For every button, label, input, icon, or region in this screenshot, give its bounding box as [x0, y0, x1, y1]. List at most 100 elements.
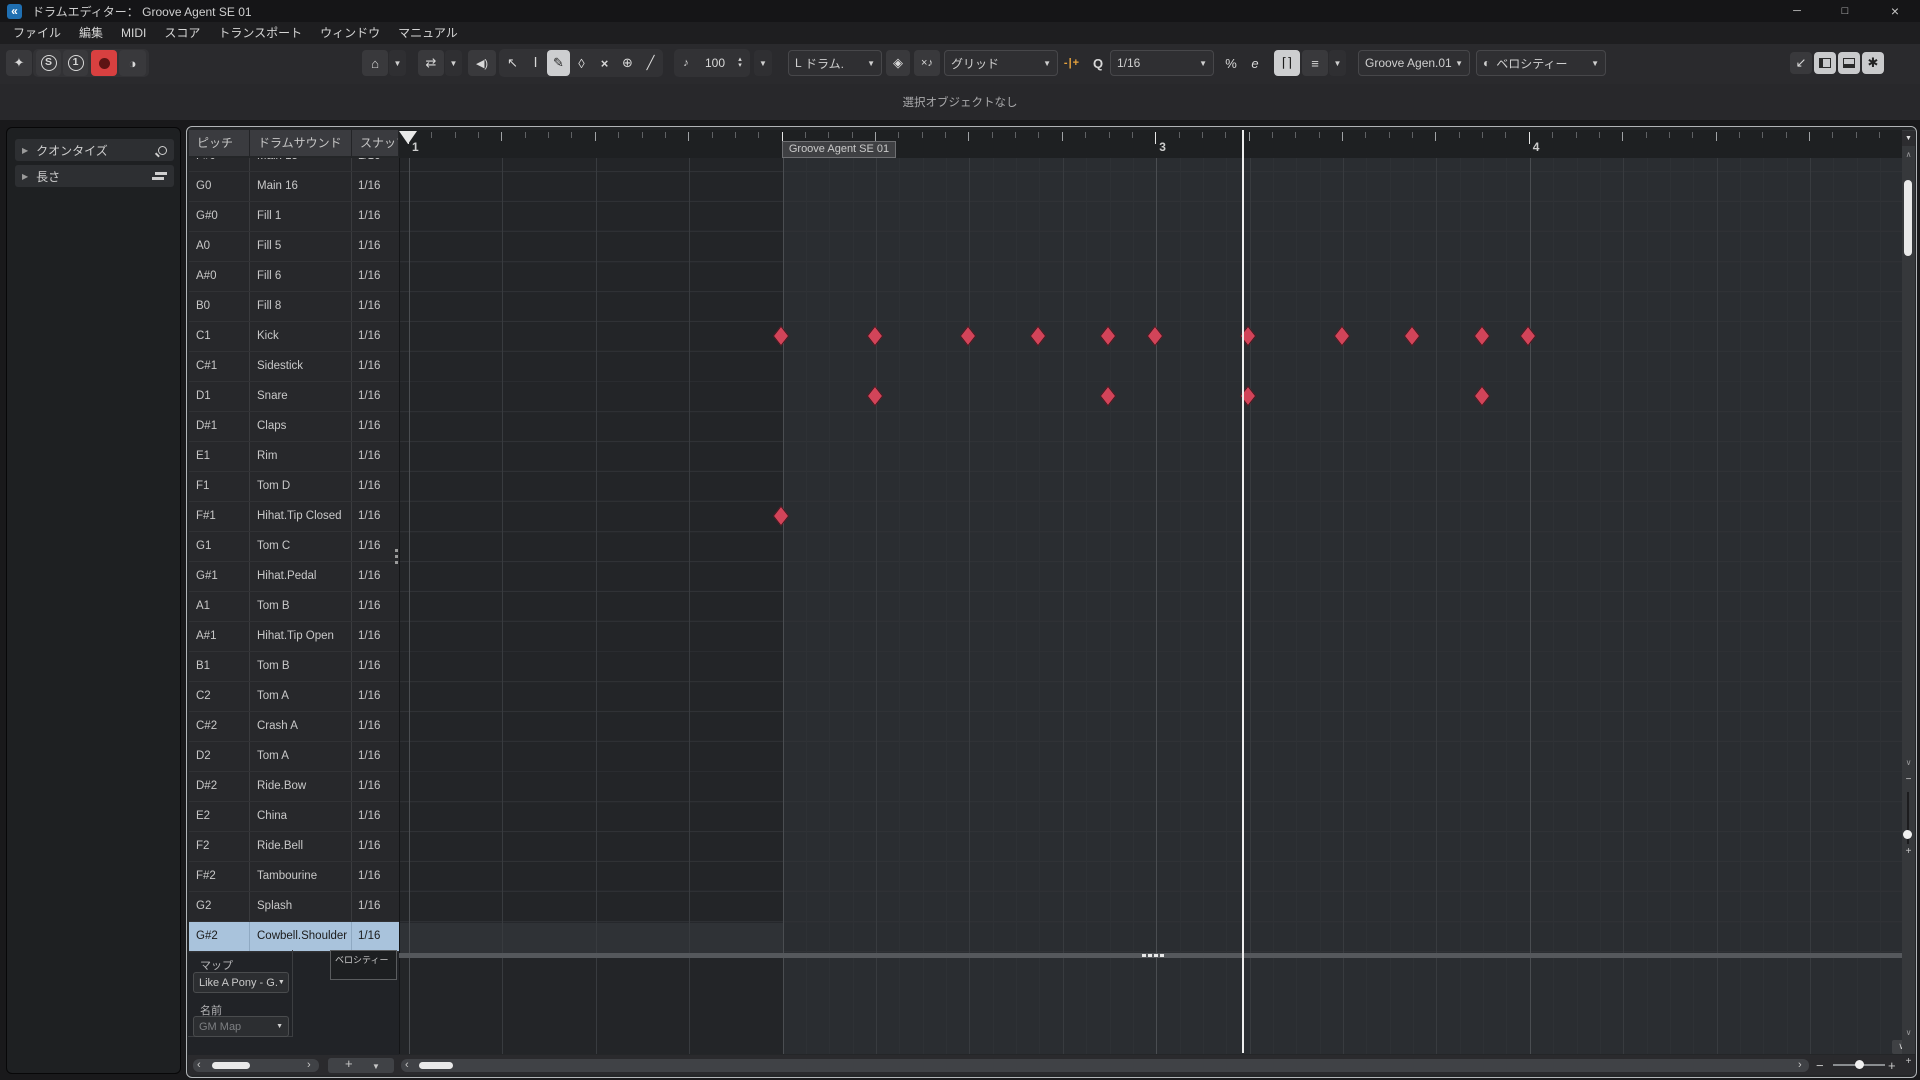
controller-lane[interactable]: [399, 958, 1902, 1054]
main-hscroll-track[interactable]: [401, 1059, 1809, 1072]
drum-row-G#1[interactable]: G#1Hihat.Pedal1/16: [189, 562, 399, 592]
drum-map-dropdown[interactable]: Groove Agen.01▼: [1358, 50, 1470, 76]
list-scroll-left-icon[interactable]: ‹: [197, 1058, 201, 1072]
part-editing-mode-button[interactable]: ⌈⌉: [1274, 50, 1300, 76]
line-tool[interactable]: ╱: [639, 50, 662, 76]
edit-active-part-icon[interactable]: ≡: [1302, 50, 1328, 76]
menu-item-1[interactable]: 編集: [70, 22, 112, 44]
iterative-quantize-icon[interactable]: %: [1220, 50, 1242, 76]
insert-mode-button[interactable]: ⇄: [418, 50, 444, 76]
menu-item-2[interactable]: MIDI: [112, 22, 155, 44]
lane-presets-dropdown[interactable]: ▼: [372, 1060, 380, 1074]
list-scroll-right-icon[interactable]: ›: [307, 1058, 311, 1072]
list-hscroll-thumb[interactable]: [212, 1062, 250, 1069]
zoom-tool[interactable]: ⊕: [616, 50, 639, 76]
quantize-preset-dropdown[interactable]: 1/16▼: [1110, 50, 1214, 76]
map-name-select[interactable]: GM Map▼: [193, 1016, 289, 1037]
menu-item-6[interactable]: マニュアル: [389, 22, 467, 44]
list-grid-splitter-handle[interactable]: [395, 549, 399, 569]
object-selection-tool[interactable]: ↖: [501, 50, 524, 76]
insert-mode-dropdown[interactable]: ▼: [445, 50, 462, 76]
range-selection-tool[interactable]: Ⅰ: [524, 50, 547, 76]
drum-row-A1[interactable]: A1Tom B1/16: [189, 592, 399, 622]
autoscroll-button[interactable]: ⌂: [362, 50, 388, 76]
minimize-button[interactable]: ─: [1778, 0, 1816, 22]
drum-row-F1[interactable]: F1Tom D1/16: [189, 472, 399, 502]
menu-item-0[interactable]: ファイル: [4, 22, 70, 44]
record-in-editor-button[interactable]: [91, 50, 117, 76]
open-in-lower-zone-icon[interactable]: ↙: [1790, 52, 1812, 74]
drum-row-C#1[interactable]: C#1Sidestick1/16: [189, 352, 399, 382]
drum-row-G0[interactable]: G0Main 161/16: [189, 172, 399, 202]
main-hscroll-thumb[interactable]: [419, 1062, 453, 1069]
show-left-zone-toggle[interactable]: [1814, 52, 1836, 74]
length-section[interactable]: ▶ 長さ: [15, 165, 174, 187]
drum-row-G1[interactable]: G1Tom C1/16: [189, 532, 399, 562]
add-controller-lane-button[interactable]: +: [345, 1057, 353, 1071]
drum-row-D#1[interactable]: D#1Claps1/16: [189, 412, 399, 442]
velocity-spinner[interactable]: ▴▾: [733, 50, 747, 76]
menu-item-4[interactable]: トランスポート: [209, 22, 311, 44]
insert-velocity-dropdown[interactable]: ▼: [754, 50, 772, 76]
autoscroll-dropdown[interactable]: ▼: [389, 50, 406, 76]
mute-tool[interactable]: ×: [593, 50, 616, 76]
drum-row-C#2[interactable]: C#2Crash A1/16: [189, 712, 399, 742]
timeline-ruler[interactable]: 1234: [399, 130, 1902, 158]
controller-lane-label[interactable]: ベロシティー: [330, 950, 397, 980]
note-grid[interactable]: [399, 158, 1902, 953]
length-quantize-dropdown[interactable]: L ドラム. ▼: [788, 50, 882, 76]
drumstick-tool[interactable]: ✎: [547, 50, 570, 76]
maximize-button[interactable]: □: [1826, 0, 1864, 22]
vzoom-in-button[interactable]: +: [1903, 846, 1914, 857]
column-header-drumsound[interactable]: ドラムサウンド: [250, 130, 352, 156]
drum-row-A#1[interactable]: A#1Hihat.Tip Open1/16: [189, 622, 399, 652]
part-list-dropdown[interactable]: ▼: [1329, 50, 1346, 76]
drum-map-select[interactable]: Like A Pony - G.▼: [193, 972, 289, 993]
eraser-tool[interactable]: ◊: [570, 50, 593, 76]
snap-offset-icon[interactable]: -|+: [1060, 50, 1084, 76]
drum-row-C1[interactable]: C1Kick1/16: [189, 322, 399, 352]
menu-item-3[interactable]: スコア: [155, 22, 209, 44]
ruler-options-dropdown[interactable]: ▼: [1902, 131, 1915, 146]
drum-row-A0[interactable]: A0Fill 51/16: [189, 232, 399, 262]
grid-scroll-right-icon[interactable]: ›: [1798, 1058, 1802, 1072]
column-header-pitch[interactable]: ピッチ: [189, 130, 250, 156]
quantize-section[interactable]: ▶ クオンタイズ: [15, 139, 174, 161]
step-input-icon[interactable]: ×♪: [914, 50, 940, 76]
vscroll-thumb[interactable]: [1904, 180, 1912, 256]
menu-item-5[interactable]: ウィンドウ: [311, 22, 389, 44]
acoustic-feedback-button[interactable]: ◑: [119, 50, 146, 76]
drum-row-G2[interactable]: G2Splash1/16: [189, 892, 399, 922]
column-header-snap[interactable]: スナップ: [352, 130, 399, 156]
quantize-panel-icon[interactable]: e: [1244, 50, 1266, 76]
drum-row-B1[interactable]: B1Tom B1/16: [189, 652, 399, 682]
drum-row-G#0[interactable]: G#0Fill 11/16: [189, 202, 399, 232]
drum-row-A#0[interactable]: A#0Fill 61/16: [189, 262, 399, 292]
grid-scroll-left-icon[interactable]: ‹: [405, 1058, 409, 1072]
hzoom-out-button[interactable]: −: [1816, 1058, 1824, 1073]
scroll-down-icon[interactable]: ∨: [1903, 758, 1914, 767]
cursor-marker-icon[interactable]: [399, 131, 417, 144]
drum-row-F#1[interactable]: F#1Hihat.Tip Closed1/16: [189, 502, 399, 532]
insert-velocity-value[interactable]: 100: [698, 50, 732, 76]
add-lane-plus-icon[interactable]: +: [1903, 1056, 1914, 1067]
hzoom-in-button[interactable]: +: [1888, 1058, 1896, 1073]
show-note-length-icon[interactable]: ◈: [886, 50, 910, 76]
scroll-up-icon[interactable]: ∧: [1903, 150, 1914, 159]
audition-icon[interactable]: ◀): [468, 50, 496, 76]
vzoom-out-button[interactable]: −: [1903, 774, 1914, 785]
drum-row-E2[interactable]: E2China1/16: [189, 802, 399, 832]
drum-row-F#2[interactable]: F#2Tambourine1/16: [189, 862, 399, 892]
drum-row-C2[interactable]: C2Tom A1/16: [189, 682, 399, 712]
pin-icon[interactable]: ✦: [6, 50, 32, 76]
hzoom-slider-knob[interactable]: [1855, 1060, 1864, 1069]
solo-button[interactable]: S: [36, 50, 61, 76]
close-button[interactable]: ×: [1876, 0, 1914, 22]
drum-row-D2[interactable]: D2Tom A1/16: [189, 742, 399, 772]
setup-toolbar-gear-icon[interactable]: ✱: [1862, 52, 1884, 74]
drum-row-D1[interactable]: D1Snare1/16: [189, 382, 399, 412]
drum-row-B0[interactable]: B0Fill 81/16: [189, 292, 399, 322]
drum-row-F2[interactable]: F2Ride.Bell1/16: [189, 832, 399, 862]
ctrl-scroll-down-icon[interactable]: ∨: [1903, 1028, 1914, 1037]
project-cursor[interactable]: [1242, 130, 1244, 1053]
